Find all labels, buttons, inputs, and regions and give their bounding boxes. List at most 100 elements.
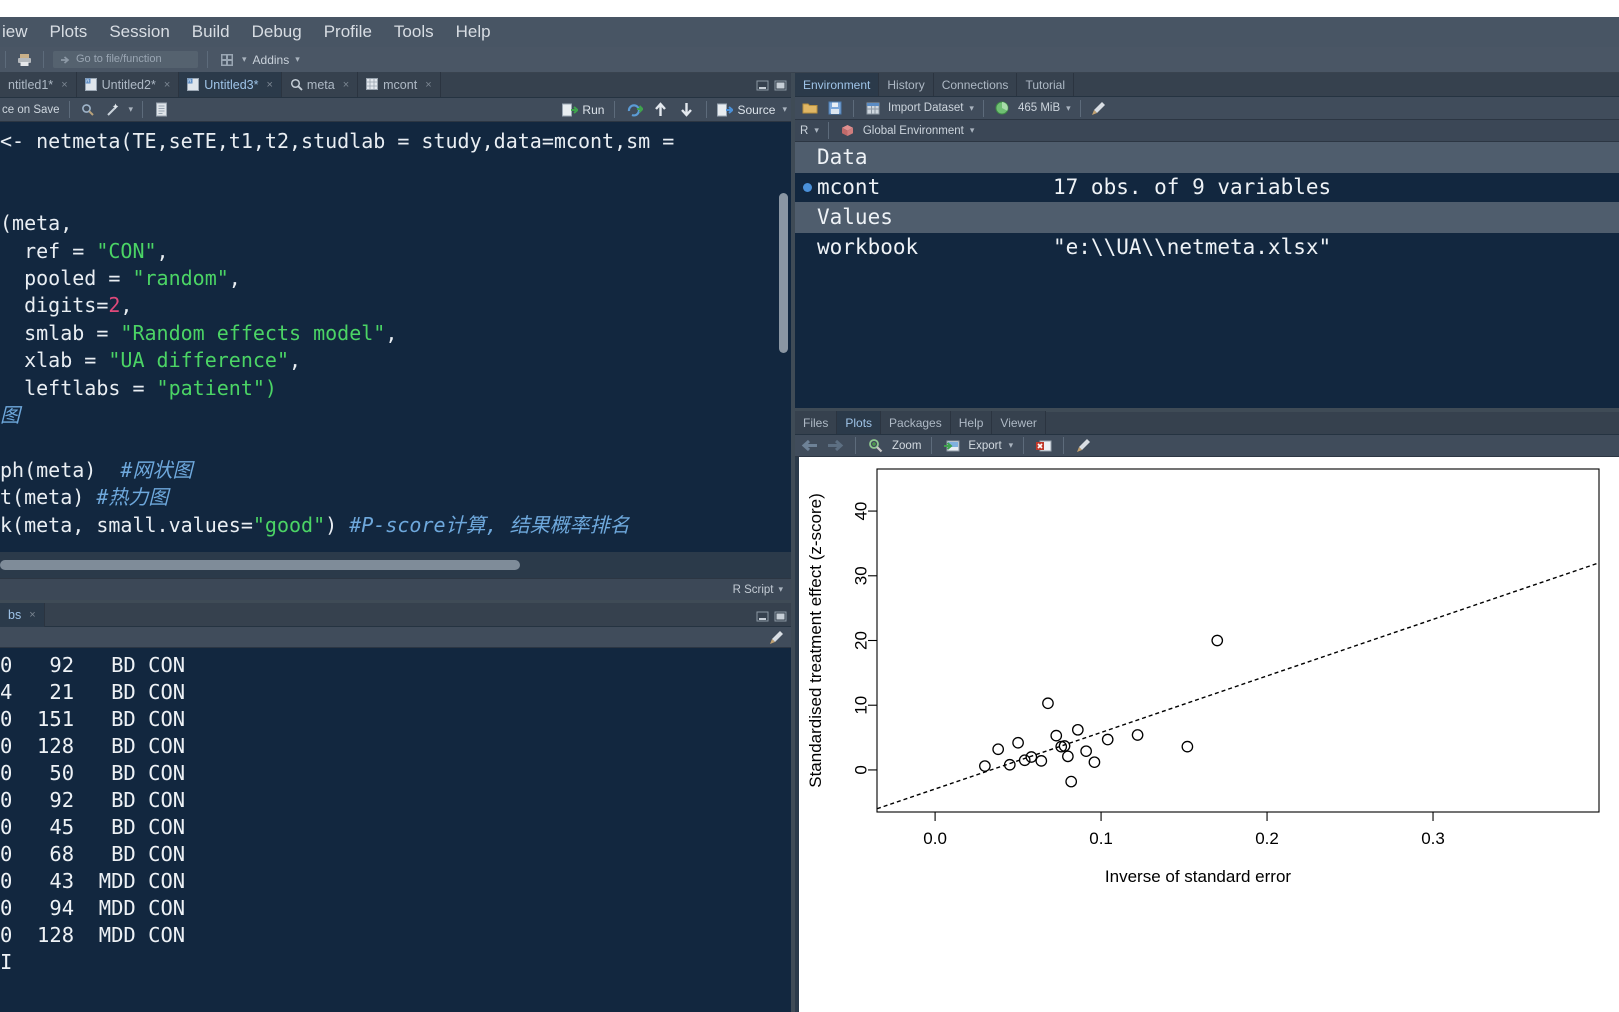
source-on-save-label[interactable]: ce on Save <box>2 104 60 116</box>
magic-wand-caret-icon[interactable]: ▾ <box>129 104 134 115</box>
expand-object-icon[interactable] <box>803 183 812 192</box>
close-icon[interactable]: × <box>266 79 272 91</box>
console-broom-icon[interactable] <box>769 630 785 650</box>
environment-language-label[interactable]: R <box>800 125 808 137</box>
import-caret-icon[interactable]: ▾ <box>969 103 974 114</box>
code-line-9: xlab = "UA difference", <box>0 347 791 374</box>
console-cursor[interactable]: I <box>0 949 791 976</box>
menu-item-build[interactable]: Build <box>181 20 241 44</box>
grid-caret-icon[interactable]: ▾ <box>242 54 247 65</box>
export-caret-icon[interactable]: ▾ <box>1009 440 1014 451</box>
memory-pie-icon[interactable] <box>993 99 1012 118</box>
menu-item-debug[interactable]: Debug <box>241 20 313 44</box>
search-icon[interactable] <box>79 100 98 119</box>
notebook-icon[interactable] <box>152 100 171 119</box>
export-icon[interactable] <box>942 436 961 455</box>
plots-tab-label: Files <box>803 415 829 430</box>
environment-object-value: "e:\\UA\\netmeta.xlsx" <box>1053 235 1332 259</box>
source-tab-untitled2[interactable]: R Untitled2* × <box>76 72 180 97</box>
plots-tab-help[interactable]: Help <box>950 411 993 434</box>
environment-row[interactable]: workbook "e:\\UA\\netmeta.xlsx" <box>795 233 1619 262</box>
arrow-right-icon[interactable] <box>826 436 845 455</box>
broom-icon[interactable] <box>1074 436 1093 455</box>
arrow-down-icon[interactable] <box>677 100 696 119</box>
environment-tab-connections[interactable]: Connections <box>933 73 1018 96</box>
env-divider-2 <box>982 99 984 117</box>
export-label[interactable]: Export <box>968 440 1001 452</box>
console-tab[interactable]: bs × <box>0 602 45 627</box>
editor-divider <box>68 101 70 118</box>
source-tab-ntitled1[interactable]: Rntitled1*× <box>0 72 77 97</box>
scope-caret-icon[interactable]: ▾ <box>970 125 975 136</box>
plots-tab-files[interactable]: Files <box>795 411 838 434</box>
maximize-icon[interactable] <box>774 78 787 91</box>
plots-tab-plots[interactable]: Plots <box>837 411 882 434</box>
source-tab-untitled3[interactable]: R Untitled3* × <box>179 72 282 97</box>
editor-horizontal-scrollbar[interactable] <box>0 558 791 572</box>
import-dataset-icon[interactable] <box>863 99 882 118</box>
language-caret-icon[interactable]: ▾ <box>814 125 819 136</box>
menu-item-tools[interactable]: Tools <box>383 20 445 44</box>
editor-vertical-scrollbar[interactable] <box>779 193 788 353</box>
close-icon[interactable]: × <box>343 79 349 91</box>
open-folder-icon[interactable] <box>800 99 819 118</box>
environment-tab-tutorial[interactable]: Tutorial <box>1017 73 1075 96</box>
save-icon[interactable] <box>825 99 844 118</box>
magnifier-plus-icon[interactable] <box>866 436 885 455</box>
plots-tab-packages[interactable]: Packages <box>881 411 951 434</box>
minimize-icon[interactable] <box>756 609 769 622</box>
source-caret-icon[interactable]: ▾ <box>782 104 787 115</box>
code-line-8: smlab = "Random effects model", <box>0 320 791 347</box>
close-icon[interactable]: × <box>29 609 35 621</box>
arrow-up-icon[interactable] <box>651 100 670 119</box>
rerun-icon[interactable] <box>625 100 644 119</box>
code-token: 图 <box>0 403 20 428</box>
addins-button[interactable]: Addins <box>253 53 290 67</box>
code-token: "good" <box>252 512 326 537</box>
source-status-caret-icon[interactable]: ▾ <box>778 584 783 595</box>
x-axis-label: Inverse of standard error <box>1105 867 1291 886</box>
arrow-left-icon[interactable] <box>800 436 819 455</box>
goto-file-function-input[interactable]: Go to file/function <box>53 51 198 68</box>
close-icon[interactable]: × <box>425 79 431 91</box>
memory-usage-label[interactable]: 465 MiB <box>1018 102 1060 114</box>
plots-tab-label: Packages <box>889 415 942 430</box>
grid-icon[interactable] <box>217 50 236 69</box>
environment-tab-history[interactable]: History <box>879 73 934 96</box>
close-icon[interactable]: × <box>164 79 170 91</box>
plots-tab-viewer[interactable]: Viewer <box>992 411 1046 434</box>
menu-item-help[interactable]: Help <box>445 20 502 44</box>
code-editor[interactable]: <- netmeta(TE,seTE,t1,t2,studlab = study… <box>0 122 791 552</box>
console-tab-strip: bs × <box>0 602 791 627</box>
maximize-icon[interactable] <box>774 609 787 622</box>
editor-hscroll-thumb[interactable] <box>0 560 520 570</box>
magic-wand-icon[interactable] <box>104 100 123 119</box>
addins-caret-icon[interactable]: ▾ <box>295 54 300 65</box>
menu-item-iew[interactable]: iew <box>0 20 39 44</box>
source-tab-mcont[interactable]: mcont × <box>358 72 441 97</box>
menu-item-session[interactable]: Session <box>98 20 180 44</box>
broom-icon[interactable] <box>1090 99 1109 118</box>
remove-plot-icon[interactable] <box>1034 436 1053 455</box>
import-dataset-label[interactable]: Import Dataset <box>888 102 963 114</box>
menu-item-profile[interactable]: Profile <box>313 20 383 44</box>
close-icon[interactable]: × <box>61 79 67 91</box>
global-environment-label[interactable]: Global Environment <box>863 125 964 137</box>
console-row: 0 92 BD CON <box>0 788 186 812</box>
environment-row[interactable]: mcont 17 obs. of 9 variables <box>795 173 1619 202</box>
menu-item-plots[interactable]: Plots <box>39 20 99 44</box>
memory-caret-icon[interactable]: ▾ <box>1066 103 1071 114</box>
run-button[interactable]: Run <box>562 103 604 117</box>
printer-icon[interactable] <box>15 50 34 69</box>
minimize-icon[interactable] <box>756 78 769 91</box>
console-output[interactable]: 0 92 BD CON 4 21 BD CON 0 151 BD CON 0 128 … <box>0 649 791 1012</box>
environment-tab-environment[interactable]: Environment <box>795 73 880 96</box>
environment-section-values: Values <box>795 202 1619 233</box>
source-status-label[interactable]: R Script <box>733 584 774 596</box>
console-row: 0 43 MDD CON <box>0 869 186 893</box>
zoom-label[interactable]: Zoom <box>892 440 921 452</box>
source-tab-meta[interactable]: meta × <box>281 72 359 97</box>
source-pane-window-controls <box>756 78 787 91</box>
code-token: ref = <box>0 238 97 263</box>
source-button[interactable]: Source <box>717 103 775 117</box>
